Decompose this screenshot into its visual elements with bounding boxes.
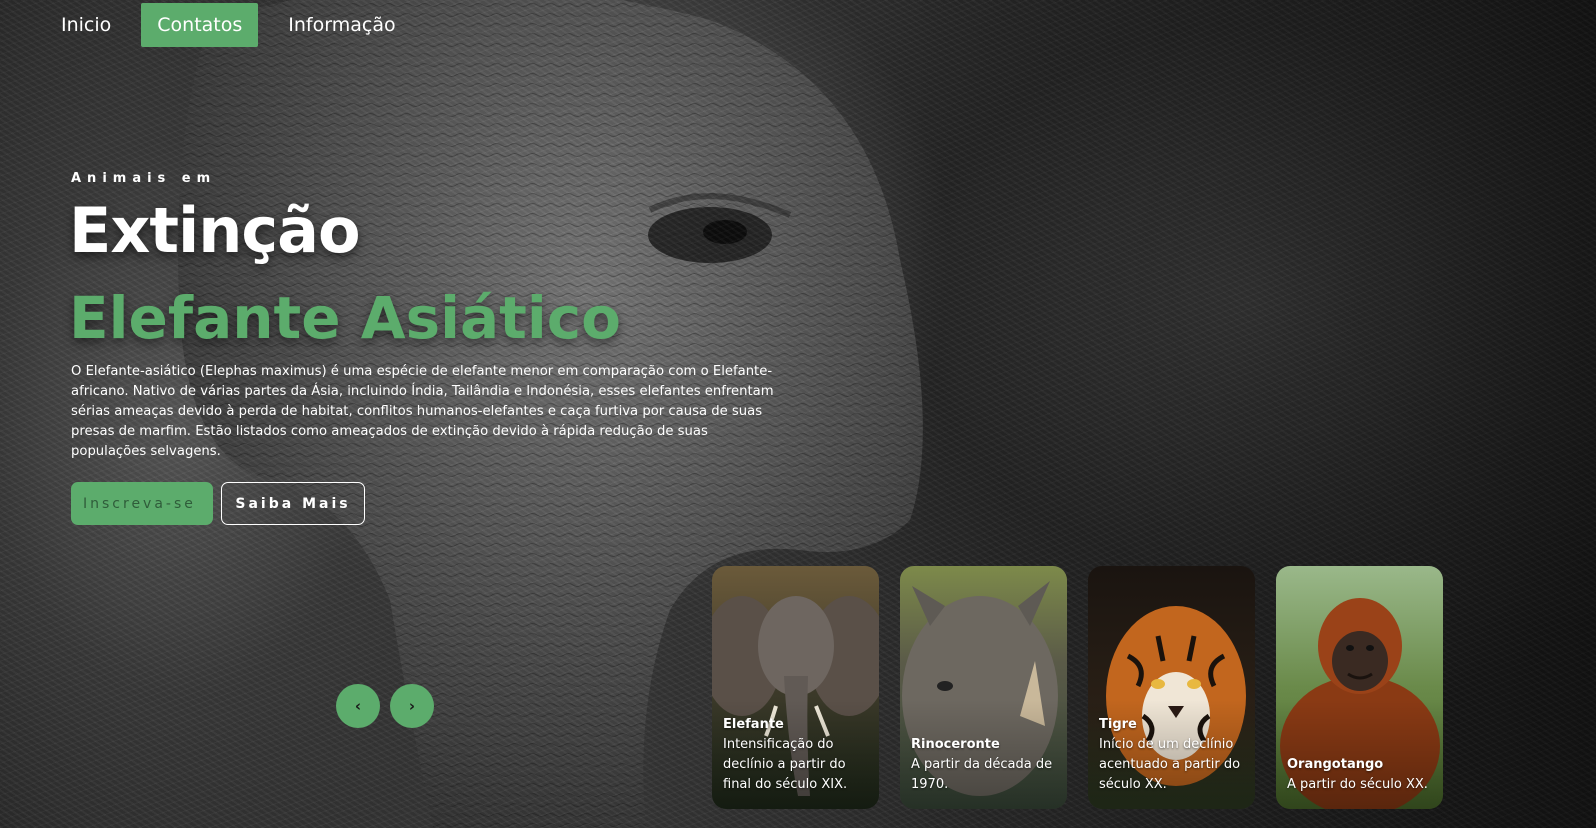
card-title: Tigre xyxy=(1099,717,1137,732)
hero-section: Inicio Contatos Informação Animais em Ex… xyxy=(0,0,1596,828)
card-elefante[interactable]: Elefante Intensificação do declínio a pa… xyxy=(712,566,879,809)
card-text: Orangotango A partir do século XX. xyxy=(1287,755,1437,795)
hero-eyebrow: Animais em xyxy=(71,171,217,186)
card-description: A partir do século XX. xyxy=(1287,777,1428,792)
hero-title: Extinção xyxy=(69,194,361,267)
prev-arrow-button[interactable]: ‹ xyxy=(336,684,380,728)
card-description: Intensificação do declínio a partir do f… xyxy=(723,737,848,792)
chevron-left-icon: ‹ xyxy=(354,697,362,715)
card-orangotango[interactable]: Orangotango A partir do século XX. xyxy=(1276,566,1443,809)
chevron-right-icon: › xyxy=(408,697,416,715)
nav-item-contatos[interactable]: Contatos xyxy=(141,3,259,47)
nav-item-informacao[interactable]: Informação xyxy=(272,3,411,47)
animal-cards: Elefante Intensificação do declínio a pa… xyxy=(712,566,1443,809)
card-text: Elefante Intensificação do declínio a pa… xyxy=(723,715,873,795)
card-title: Rinoceronte xyxy=(911,737,1000,752)
card-title: Elefante xyxy=(723,717,784,732)
next-arrow-button[interactable]: › xyxy=(390,684,434,728)
card-description: A partir da década de 1970. xyxy=(911,757,1053,792)
learn-more-button[interactable]: Saiba Mais xyxy=(221,482,365,525)
card-tigre[interactable]: Tigre Início de um declínio acentuado a … xyxy=(1088,566,1255,809)
hero-subtitle: Elefante Asiático xyxy=(69,284,622,352)
card-title: Orangotango xyxy=(1287,757,1384,772)
subscribe-button[interactable]: Inscreva-se xyxy=(71,482,213,525)
main-nav: Inicio Contatos Informação xyxy=(45,3,412,47)
card-rinoceronte[interactable]: Rinoceronte A partir da década de 1970. xyxy=(900,566,1067,809)
carousel-controls: ‹ › xyxy=(336,684,434,728)
nav-item-inicio[interactable]: Inicio xyxy=(45,3,127,47)
hero-buttons: Inscreva-se Saiba Mais xyxy=(71,482,365,525)
hero-description: O Elefante-asiático (Elephas maximus) é … xyxy=(71,364,774,459)
card-description: Início de um declínio acentuado a partir… xyxy=(1099,737,1241,792)
card-text: Tigre Início de um declínio acentuado a … xyxy=(1099,715,1249,795)
card-text: Rinoceronte A partir da década de 1970. xyxy=(911,735,1061,795)
